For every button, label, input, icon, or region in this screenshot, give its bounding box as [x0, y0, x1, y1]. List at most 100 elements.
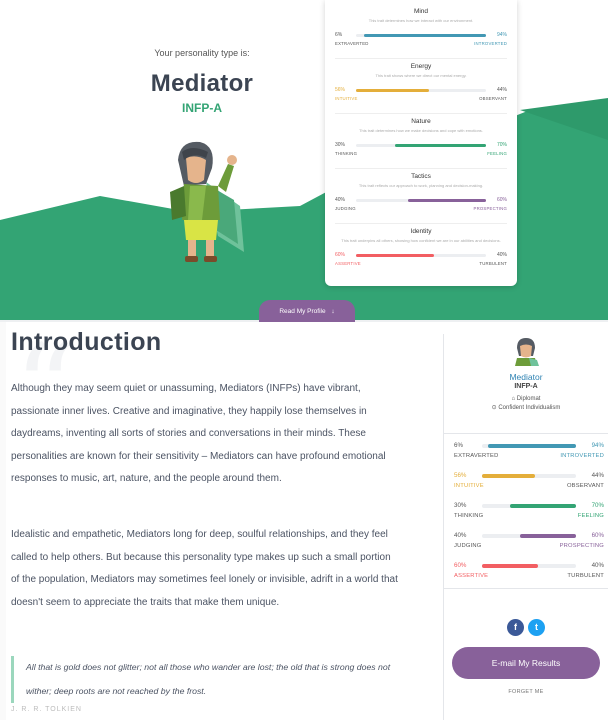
- intro-paragraph-2: Idealistic and empathetic, Mediators lon…: [11, 529, 398, 608]
- right-label: OBSERVANT: [566, 483, 604, 489]
- forget-me-link[interactable]: FORGET ME: [444, 689, 608, 695]
- social-share: f t: [444, 619, 608, 636]
- right-label: TURBULENT: [479, 261, 507, 266]
- right-label: PROSPECTING: [473, 206, 507, 211]
- right-label: PROSPECTING: [559, 543, 604, 549]
- trait-bar-row: 40% 60%: [454, 532, 604, 539]
- left-label: ASSERTIVE: [454, 573, 489, 579]
- profile-sidebar: Mediator INFP-A ⌂ Diplomat ⊙ Confident I…: [443, 334, 608, 720]
- trait-fill: [356, 88, 429, 92]
- trait-track: [356, 143, 486, 147]
- left-percent: 40%: [335, 197, 346, 203]
- right-percent: 40%: [591, 562, 604, 569]
- right-label: INTROVERTED: [474, 41, 507, 46]
- right-percent: 44%: [496, 87, 507, 93]
- trait-label-row: ASSERTIVE TURBULENT: [454, 573, 604, 579]
- left-percent: 60%: [335, 252, 346, 258]
- trait-label-row: ASSERTIVE TURBULENT: [335, 261, 507, 266]
- left-label: INTUITIVE: [335, 96, 358, 101]
- sidebar-type-name: Mediator: [509, 372, 543, 382]
- right-label: OBSERVANT: [479, 96, 507, 101]
- trait-track: [356, 33, 486, 37]
- trait-track: [482, 533, 576, 538]
- right-percent: 44%: [591, 472, 604, 479]
- sidebar-strategy-label: Confident Individualism: [498, 405, 561, 411]
- trait-track: [482, 563, 576, 568]
- left-percent: 6%: [454, 442, 463, 449]
- trait-mind: Mind This trait determines how we interac…: [335, 4, 507, 59]
- tag-icon: ⌂: [511, 396, 516, 402]
- left-percent: 6%: [335, 32, 343, 38]
- left-percent: 30%: [335, 142, 346, 148]
- trait-title: Nature: [411, 118, 431, 125]
- trait-bar-row: 56% 44%: [335, 87, 507, 93]
- trait-description: This trait determines how we interact wi…: [368, 18, 474, 23]
- sidebar-role-label: Diplomat: [516, 396, 541, 402]
- left-label: THINKING: [335, 151, 358, 156]
- sidebar-trait-bars: 6% 94% EXTRAVERTED INTROVERTED 56% 44% I…: [444, 434, 608, 589]
- trait-mind: 6% 94% EXTRAVERTED INTROVERTED: [454, 442, 604, 459]
- trait-label-row: THINKING FEELING: [335, 151, 507, 156]
- type-code: INFP-A: [182, 101, 222, 115]
- trait-fill: [482, 563, 539, 568]
- trait-label-row: THINKING FEELING: [454, 513, 604, 519]
- trait-bar-row: 30% 70%: [454, 502, 604, 509]
- right-label: INTROVERTED: [560, 453, 604, 459]
- email-results-button[interactable]: E-mail My Results: [452, 647, 600, 679]
- trait-label-row: JUDGING PROSPECTING: [335, 206, 507, 211]
- sidebar-type-code: INFP-A: [514, 383, 538, 390]
- trait-fill: [487, 443, 576, 448]
- facebook-icon[interactable]: f: [507, 619, 524, 636]
- trait-track: [482, 473, 576, 478]
- left-percent: 56%: [335, 87, 346, 93]
- left-label: EXTRAVERTED: [335, 41, 369, 46]
- check-circle-icon: ⊙: [491, 405, 497, 411]
- right-percent: 60%: [496, 197, 507, 203]
- left-percent: 56%: [454, 472, 467, 479]
- trait-identity: 60% 40% ASSERTIVE TURBULENT: [454, 562, 604, 579]
- right-percent: 70%: [591, 502, 604, 509]
- type-name: Mediator: [150, 70, 254, 97]
- trait-bar-row: 60% 40%: [454, 562, 604, 569]
- trait-bar-row: 40% 60%: [335, 197, 507, 203]
- trait-bar-row: 6% 94%: [454, 442, 604, 449]
- right-label: TURBULENT: [567, 573, 604, 579]
- sidebar-role: ⌂ Diplomat: [444, 396, 608, 402]
- trait-title: Mind: [413, 8, 429, 15]
- trait-description: This trait reflects our approach to work…: [358, 183, 484, 188]
- trait-bar-row: 6% 94%: [335, 32, 507, 38]
- introduction-section: “ Introduction Although they may seem qu…: [0, 322, 440, 720]
- arrow-down-icon: ↓: [331, 308, 335, 315]
- hero-section: Your personality type is: Mediator INFP-…: [0, 0, 608, 322]
- tolkien-quote: All that is gold does not glitter; not a…: [11, 656, 396, 703]
- read-my-profile-button[interactable]: Read My Profile ↓: [259, 300, 355, 322]
- trait-label-row: EXTRAVERTED INTROVERTED: [454, 453, 604, 459]
- twitter-icon[interactable]: t: [528, 619, 545, 636]
- left-label: INTUITIVE: [454, 483, 484, 489]
- mediator-avatar: [515, 338, 539, 366]
- left-label: THINKING: [454, 513, 484, 519]
- left-label: ASSERTIVE: [335, 261, 361, 266]
- trait-title: Tactics: [411, 173, 431, 180]
- intro-paragraph-1: Although they may seem quiet or unassumi…: [11, 383, 386, 485]
- trait-track: [356, 253, 486, 257]
- trait-tactics: 40% 60% JUDGING PROSPECTING: [454, 532, 604, 549]
- left-label: EXTRAVERTED: [454, 453, 499, 459]
- trait-tactics: Tactics This trait reflects our approach …: [335, 169, 507, 224]
- trait-card: Mind This trait determines how we interac…: [325, 0, 517, 286]
- trait-track: [356, 198, 486, 202]
- right-percent: 94%: [591, 442, 604, 449]
- trait-track: [356, 88, 486, 92]
- trait-fill: [408, 198, 486, 202]
- trait-fill: [510, 503, 576, 508]
- trait-description: This trait underpins all others, showing…: [341, 238, 501, 243]
- left-percent: 30%: [454, 502, 467, 509]
- trait-label-row: INTUITIVE OBSERVANT: [335, 96, 507, 101]
- right-percent: 94%: [496, 32, 507, 38]
- trait-title: Energy: [410, 63, 432, 70]
- trait-bar-row: 30% 70%: [335, 142, 507, 148]
- trait-bar-row: 56% 44%: [454, 472, 604, 479]
- trait-nature: Nature This trait determines how we make …: [335, 114, 507, 169]
- type-block: Your personality type is: Mediator INFP-…: [112, 48, 292, 115]
- page-edge: [0, 322, 6, 720]
